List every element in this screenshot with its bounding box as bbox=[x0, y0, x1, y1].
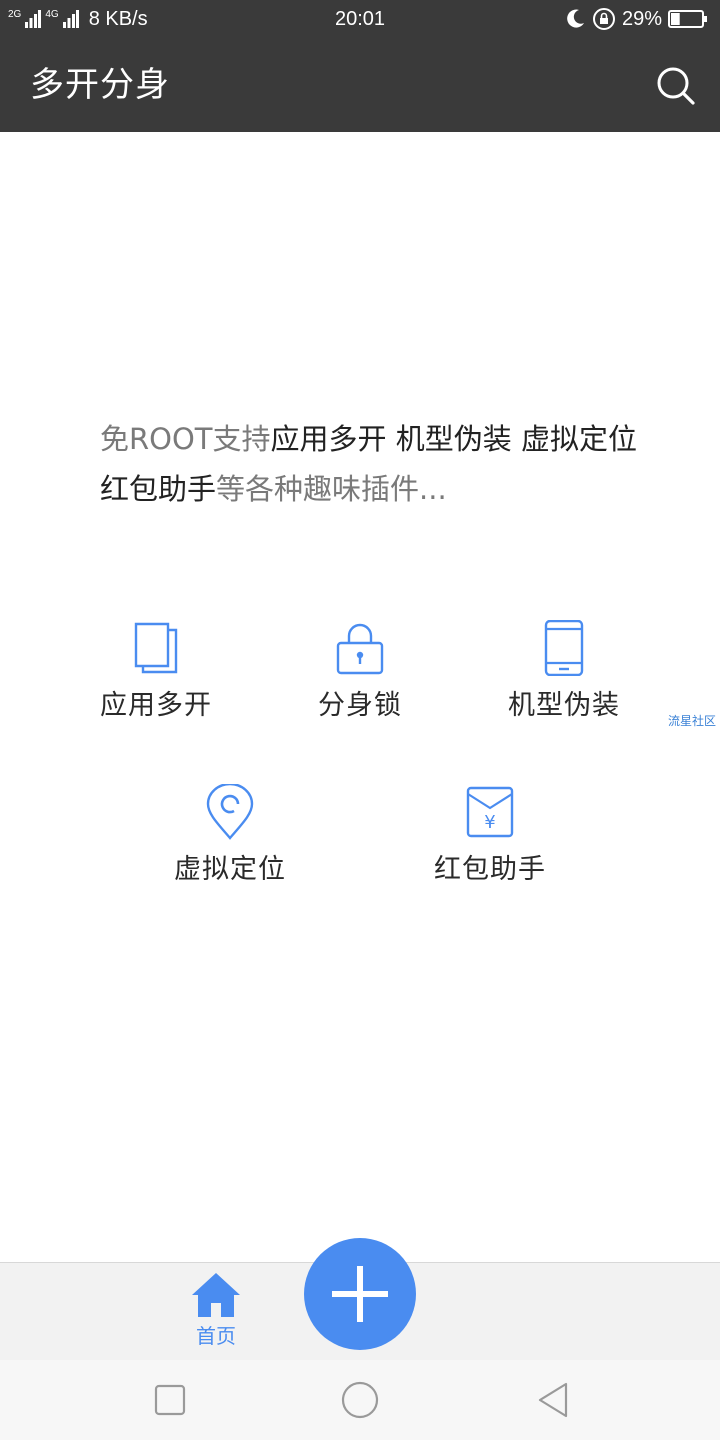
feature-label: 虚拟定位 bbox=[174, 854, 286, 885]
battery-percent: 29% bbox=[621, 8, 662, 30]
system-home-button[interactable] bbox=[340, 1380, 380, 1420]
back-button[interactable] bbox=[534, 1380, 574, 1420]
battery-icon bbox=[668, 10, 707, 28]
lock-icon bbox=[336, 623, 384, 675]
search-icon bbox=[657, 67, 695, 105]
feature-label: 红包助手 bbox=[434, 854, 546, 885]
phone-icon bbox=[544, 620, 584, 676]
back-icon bbox=[538, 1382, 568, 1418]
svg-text:¥: ¥ bbox=[484, 812, 495, 833]
plus-icon bbox=[332, 1266, 388, 1322]
feature-clone-lock[interactable]: 分身锁 bbox=[260, 620, 460, 724]
intro-part: 等各种趣味插件... bbox=[216, 472, 447, 506]
feature-app-clone[interactable]: 应用多开 bbox=[56, 620, 256, 724]
status-right: 29% bbox=[564, 6, 708, 32]
status-bar: 2G 4G 8 KB/s 20:01 29% bbox=[0, 0, 720, 38]
search-button[interactable] bbox=[654, 64, 698, 108]
system-nav-bar bbox=[0, 1360, 720, 1440]
watermark-text: 流星社区 bbox=[668, 714, 717, 728]
rotation-lock-icon bbox=[592, 8, 615, 30]
feature-virtual-location[interactable]: 虚拟定位 bbox=[130, 784, 330, 888]
recent-apps-button[interactable] bbox=[150, 1380, 190, 1420]
feature-red-envelope[interactable]: ¥ 红包助手 bbox=[390, 784, 590, 888]
feature-label: 分身锁 bbox=[318, 690, 402, 721]
moon-icon bbox=[567, 9, 584, 28]
home-icon bbox=[192, 1273, 240, 1317]
app-title: 多开分身 bbox=[30, 65, 170, 105]
intro-text: 免ROOT支持应用多开 机型伪装 虚拟定位 红包助手等各种趣味插件... bbox=[100, 414, 640, 514]
add-button[interactable] bbox=[304, 1238, 416, 1350]
red-envelope-icon: ¥ bbox=[466, 786, 514, 838]
feature-label: 机型伪装 bbox=[508, 690, 620, 721]
recent-apps-icon bbox=[154, 1384, 186, 1416]
copy-icon bbox=[134, 622, 178, 674]
feature-label: 应用多开 bbox=[100, 690, 212, 721]
intro-part: 免ROOT支持 bbox=[100, 422, 271, 456]
location-pin-icon bbox=[206, 784, 254, 840]
tab-home[interactable]: 首页 bbox=[176, 1271, 256, 1355]
app-bar: 多开分身 bbox=[0, 38, 720, 132]
home-circle-icon bbox=[341, 1381, 379, 1419]
feature-device-disguise[interactable]: 机型伪装 bbox=[464, 620, 664, 724]
tab-home-label: 首页 bbox=[196, 1324, 236, 1348]
